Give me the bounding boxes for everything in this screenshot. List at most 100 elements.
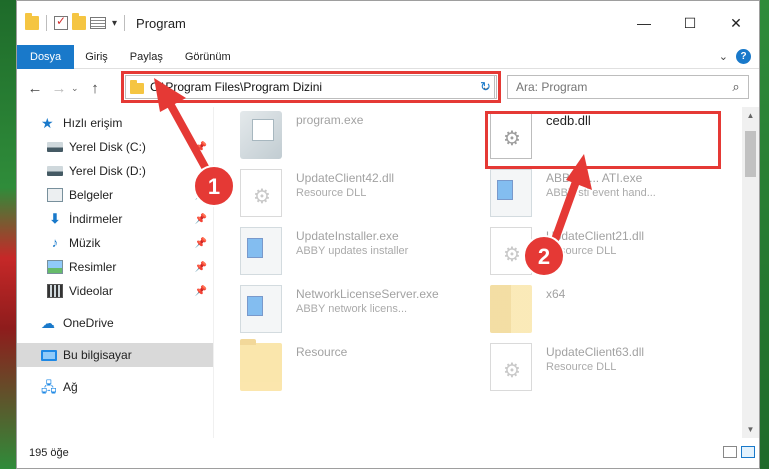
file-item-updateinstaller[interactable]: UpdateInstaller.exe ABBY updates install… — [240, 225, 490, 279]
scroll-up-arrow-icon[interactable]: ▲ — [742, 107, 759, 124]
view-toggle — [723, 446, 755, 458]
customize-toolbar-chevron-icon[interactable]: ▾ — [112, 18, 117, 29]
new-folder-icon[interactable] — [72, 13, 86, 30]
search-input[interactable] — [508, 80, 724, 94]
sidebar-item-label: Ağ — [63, 380, 78, 394]
file-name: UpdateClient63.dll — [546, 345, 645, 359]
download-icon: ⬇ — [49, 211, 61, 226]
properties-icon[interactable] — [90, 17, 106, 29]
folder-icon — [240, 339, 282, 391]
large-icons-view-icon[interactable] — [741, 446, 755, 458]
address-folder-icon — [130, 79, 144, 94]
file-name: program.exe — [296, 113, 364, 127]
separator — [46, 15, 47, 31]
file-list: program.exe UpdateClient42.dll Resource … — [213, 107, 759, 438]
app-icon — [490, 169, 532, 217]
scrollbar-thumb[interactable] — [745, 131, 756, 177]
sidebar-item-label: Belgeler — [69, 188, 114, 202]
file-item-updateclient63[interactable]: UpdateClient63.dll Resource DLL — [490, 341, 740, 395]
navigation-bar: ← → ⌄ ↑ C:\Program Files\Program Dizini … — [17, 69, 759, 107]
sidebar-item-network[interactable]: 🖧 Ağ — [17, 375, 213, 399]
pin-icon[interactable]: 📌 — [195, 238, 207, 249]
file-name: UpdateInstaller.exe — [296, 229, 399, 243]
disk-icon — [47, 142, 63, 152]
sidebar-item-label: Yerel Disk (C:) — [69, 140, 146, 154]
window-controls: — ☐ ✕ — [621, 1, 759, 45]
disk-icon — [47, 166, 63, 176]
folder-icon — [490, 285, 532, 333]
network-icon: 🖧 — [41, 379, 57, 395]
help-icon[interactable]: ? — [736, 49, 751, 64]
item-count: 195 öğe — [29, 447, 69, 459]
sidebar-item-local-disk-c[interactable]: Yerel Disk (C:) 📌 — [17, 135, 213, 159]
expand-ribbon-chevron-icon[interactable]: ⌄ — [719, 50, 728, 63]
dll-icon — [490, 227, 532, 275]
file-description: Resource DLL — [296, 187, 367, 199]
file-item-ati-exe[interactable]: ABBYY ... ATI.exe ABBY sti event hand... — [490, 167, 740, 221]
computer-icon — [41, 349, 57, 361]
vertical-scrollbar[interactable]: ▲ ▼ — [742, 107, 759, 438]
dll-icon — [490, 111, 532, 159]
recent-locations-chevron-icon[interactable]: ⌄ — [71, 83, 83, 94]
sidebar-item-label: Yerel Disk (D:) — [69, 164, 146, 178]
refresh-button[interactable]: ↻ — [475, 75, 497, 99]
scroll-down-arrow-icon[interactable]: ▼ — [742, 421, 759, 438]
details-view-icon[interactable] — [723, 446, 737, 458]
sidebar-item-label: Resimler — [69, 260, 117, 274]
pin-icon[interactable]: 📌 — [195, 190, 207, 201]
file-item-x64[interactable]: x64 — [490, 283, 740, 337]
videos-icon — [47, 284, 63, 298]
file-name: NetworkLicenseServer.exe — [296, 287, 439, 301]
back-arrow-icon[interactable]: ← — [23, 80, 47, 97]
status-bar: 195 öğe — [17, 438, 759, 468]
exe-icon — [240, 111, 282, 159]
sidebar-item-downloads[interactable]: ⬇ İndirmeler 📌 — [17, 207, 213, 231]
file-item-networklicenseserver[interactable]: NetworkLicenseServer.exe ABBY network li… — [240, 283, 490, 337]
quick-access-toolbar: ▾ — [17, 13, 128, 31]
sidebar-item-label: Hızlı erişim — [63, 116, 123, 130]
music-icon: ♪ — [51, 235, 59, 250]
file-name: UpdateClient42.dll — [296, 171, 395, 185]
sidebar-item-videos[interactable]: Videolar 📌 — [17, 279, 213, 303]
pin-icon[interactable]: 📌 — [195, 286, 207, 297]
sidebar-item-label: İndirmeler — [69, 212, 123, 226]
sidebar-item-documents[interactable]: Belgeler 📌 — [17, 183, 213, 207]
search-box[interactable]: ⌕ — [507, 75, 749, 99]
sidebar-item-pictures[interactable]: Resimler 📌 — [17, 255, 213, 279]
forward-arrow-icon[interactable]: → — [47, 80, 71, 97]
pin-icon[interactable]: 📌 — [195, 262, 207, 273]
file-description: Resource DLL — [546, 361, 617, 373]
up-arrow-icon[interactable]: ↑ — [83, 80, 107, 97]
sidebar-item-onedrive[interactable]: ☁ OneDrive — [17, 311, 213, 335]
file-item-cedb-dll[interactable]: cedb.dll — [490, 109, 740, 163]
sidebar-item-this-pc[interactable]: Bu bilgisayar — [17, 343, 213, 367]
file-item-updateclient21[interactable]: UpdateClient21.dll Resource DLL — [490, 225, 740, 279]
sidebar-item-music[interactable]: ♪ Müzik 📌 — [17, 231, 213, 255]
tab-dosya[interactable]: Dosya — [17, 44, 75, 69]
sidebar-item-label: Müzik — [69, 236, 101, 250]
search-icon[interactable]: ⌕ — [724, 79, 748, 95]
sidebar-item-quick-access[interactable]: ★ Hızlı erişim — [17, 111, 213, 135]
maximize-button[interactable]: ☐ — [667, 1, 713, 45]
file-item-program-exe[interactable]: program.exe — [240, 109, 490, 163]
pin-icon[interactable]: 📌 — [195, 214, 207, 225]
tab-gorunum[interactable]: Görünüm — [174, 45, 242, 69]
file-name: Resource — [296, 345, 348, 359]
folder-icon — [25, 13, 39, 30]
sidebar-item-local-disk-d[interactable]: Yerel Disk (D:) — [17, 159, 213, 183]
tab-giris[interactable]: Giriş — [74, 45, 119, 69]
file-item-resource[interactable]: Resource — [240, 339, 490, 395]
close-button[interactable]: ✕ — [713, 1, 759, 45]
address-bar[interactable]: C:\Program Files\Program Dizini ⌄ — [125, 75, 495, 99]
sidebar-item-label: OneDrive — [63, 316, 114, 330]
minimize-button[interactable]: — — [621, 1, 667, 45]
file-description: ABBY updates installer — [296, 245, 409, 257]
title-bar: ▾ Program — ☐ ✕ — [17, 1, 759, 45]
pin-icon[interactable]: 📌 — [195, 142, 207, 153]
address-path[interactable]: C:\Program Files\Program Dizini — [150, 80, 478, 94]
file-name: cedb.dll — [546, 113, 591, 128]
tab-paylas[interactable]: Paylaş — [119, 45, 174, 69]
file-item-updateclient42[interactable]: UpdateClient42.dll Resource DLL — [240, 167, 490, 221]
properties-check-icon[interactable] — [54, 14, 68, 30]
